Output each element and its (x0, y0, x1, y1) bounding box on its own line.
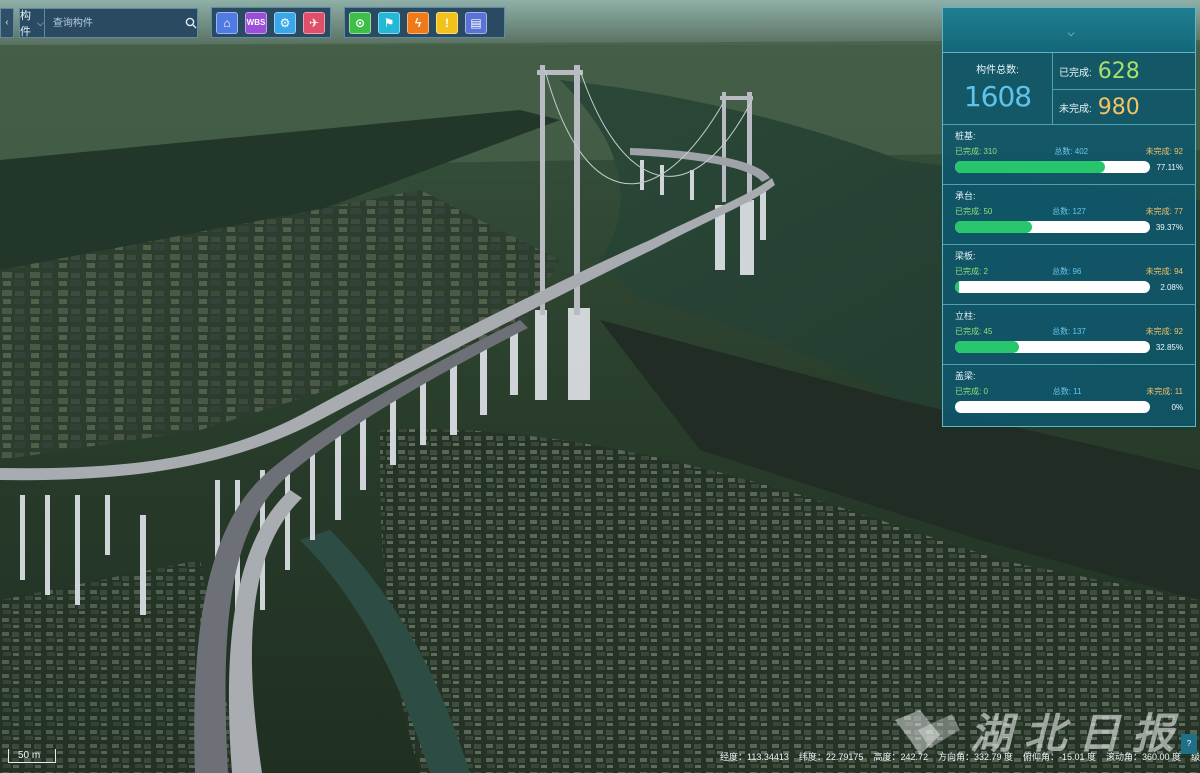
done-summary: 已完成: 628 (1053, 53, 1195, 89)
component-search-box: 构件 ⌵ (19, 8, 198, 38)
category-total: 总数: 402 (1054, 147, 1089, 156)
total-value: 1608 (963, 80, 1032, 113)
book-icon: ▤ (470, 15, 482, 30)
totals-summary: 构件总数: 1608 已完成: 628 未完成: 980 (943, 53, 1195, 125)
home-icon: ⌂ (223, 15, 231, 30)
category-done: 已完成: 50 (955, 207, 993, 216)
category-name: 桩基: (955, 131, 976, 141)
progress-bar (955, 401, 1150, 413)
category-done: 已完成: 2 (955, 267, 988, 276)
progress-percent: 39.37% (1155, 222, 1183, 232)
airplane-button[interactable]: ✈ (303, 11, 325, 34)
search-category-select[interactable]: 构件 ⌵ (20, 9, 45, 38)
search-icon[interactable] (185, 13, 197, 33)
wbs-icon: WBS (246, 18, 266, 27)
search-category-label: 构件 (20, 10, 31, 38)
location-pin-button[interactable]: ⊙ (349, 11, 371, 34)
progress-percent: 32.85% (1155, 342, 1183, 352)
warning-button[interactable]: ! (436, 11, 458, 34)
chevron-down-icon: ⌵ (37, 17, 44, 28)
done-label: 已完成: (1059, 67, 1092, 79)
category-name: 梁板: (955, 251, 976, 261)
todo-value: 980 (1097, 95, 1140, 120)
category-todo: 未完成: 92 (1145, 327, 1183, 336)
category-row: 桩基: 已完成: 310 总数: 402 未完成: 92 77.11% (943, 125, 1195, 185)
category-todo: 未完成: 92 (1145, 147, 1183, 156)
total-label: 构件总数: (976, 65, 1019, 76)
progress-percent: 77.11% (1156, 162, 1183, 172)
panel-header: ⌵ (943, 8, 1195, 53)
home-button[interactable]: ⌂ (216, 11, 238, 34)
book-button[interactable]: ▤ (465, 11, 487, 34)
latitude-readout: 纬度：22.79175 (798, 752, 864, 762)
watermark-text: 湖北日报 (970, 709, 1187, 758)
location-pin-icon: ⊙ (354, 15, 366, 30)
progress-bar (955, 161, 1150, 173)
category-row: 承台: 已完成: 50 总数: 127 未完成: 77 39.37% (943, 185, 1195, 245)
category-name: 盖梁: (955, 371, 976, 381)
settings-button[interactable]: ⚙ (274, 11, 296, 34)
category-progress-list: 桩基: 已完成: 310 总数: 402 未完成: 92 77.11% 承台: 已完成: 5… (943, 125, 1195, 425)
todo-summary: 未完成: 980 (1053, 89, 1195, 125)
search-input[interactable] (44, 9, 185, 37)
category-row: 梁板: 已完成: 2 总数: 96 未完成: 94 2.08% (943, 245, 1195, 305)
todo-label: 未完成: (1059, 104, 1092, 115)
longitude-readout: 经度：113.34413 (720, 752, 789, 762)
chevron-down-icon: ⌵ (1067, 28, 1075, 38)
total-count-box: 构件总数: 1608 (943, 53, 1053, 124)
category-total: 总数: 96 (1052, 267, 1082, 276)
airplane-icon: ✈ (308, 15, 320, 30)
project-title (943, 8, 1195, 28)
done-value: 628 (1097, 58, 1140, 84)
category-done: 已完成: 0 (955, 387, 988, 396)
lightning-button[interactable]: ϟ (407, 11, 429, 34)
section-select[interactable]: ⌵ (943, 28, 1195, 39)
category-todo: 未完成: 11 (1146, 387, 1183, 396)
category-name: 承台: (955, 191, 976, 201)
progress-bar-fill (955, 281, 960, 293)
progress-percent: 2.08% (1160, 282, 1183, 292)
progress-bar (955, 341, 1150, 353)
scale-label: 50 m (18, 750, 41, 761)
toolbar-group-secondary: ⊙ ⚑ ϟ! ▤ (344, 7, 505, 38)
flag-button[interactable]: ⚑ (378, 11, 400, 34)
progress-percent: 0% (1171, 402, 1183, 412)
progress-stats-panel: ⌵ 构件总数: 1608 已完成: 628 未完成: 980 桩基: 已完成: 3… (942, 7, 1196, 427)
category-todo: 未完成: 77 (1145, 207, 1183, 216)
progress-bar-fill (955, 341, 1020, 353)
category-name: 立柱: (955, 311, 976, 321)
category-row: 立柱: 已完成: 45 总数: 137 未完成: 92 32.85% (943, 305, 1195, 365)
progress-bar (955, 221, 1150, 233)
settings-icon: ⚙ (279, 15, 291, 30)
category-total: 总数: 137 (1052, 327, 1086, 336)
category-row: 盖梁: 已完成: 0 总数: 11 未完成: 11 0% (943, 365, 1195, 425)
category-done: 已完成: 310 (955, 147, 997, 156)
wbs-button[interactable]: WBS (245, 11, 267, 34)
progress-bar (955, 281, 1150, 293)
progress-bar-fill (955, 161, 1106, 173)
lightning-icon: ϟ (414, 15, 422, 30)
sidebar-toggle-button[interactable]: ‹ (0, 8, 14, 38)
warning-icon: ! (445, 15, 449, 30)
category-total: 总数: 11 (1052, 387, 1082, 396)
toolbar-group-primary: ⌂ WBS ⚙ ✈ (211, 7, 331, 38)
flag-icon: ⚑ (383, 15, 395, 30)
progress-bar-fill (955, 221, 1032, 233)
category-todo: 未完成: 94 (1145, 267, 1183, 276)
category-total: 总数: 127 (1052, 207, 1086, 216)
category-done: 已完成: 45 (955, 327, 993, 336)
